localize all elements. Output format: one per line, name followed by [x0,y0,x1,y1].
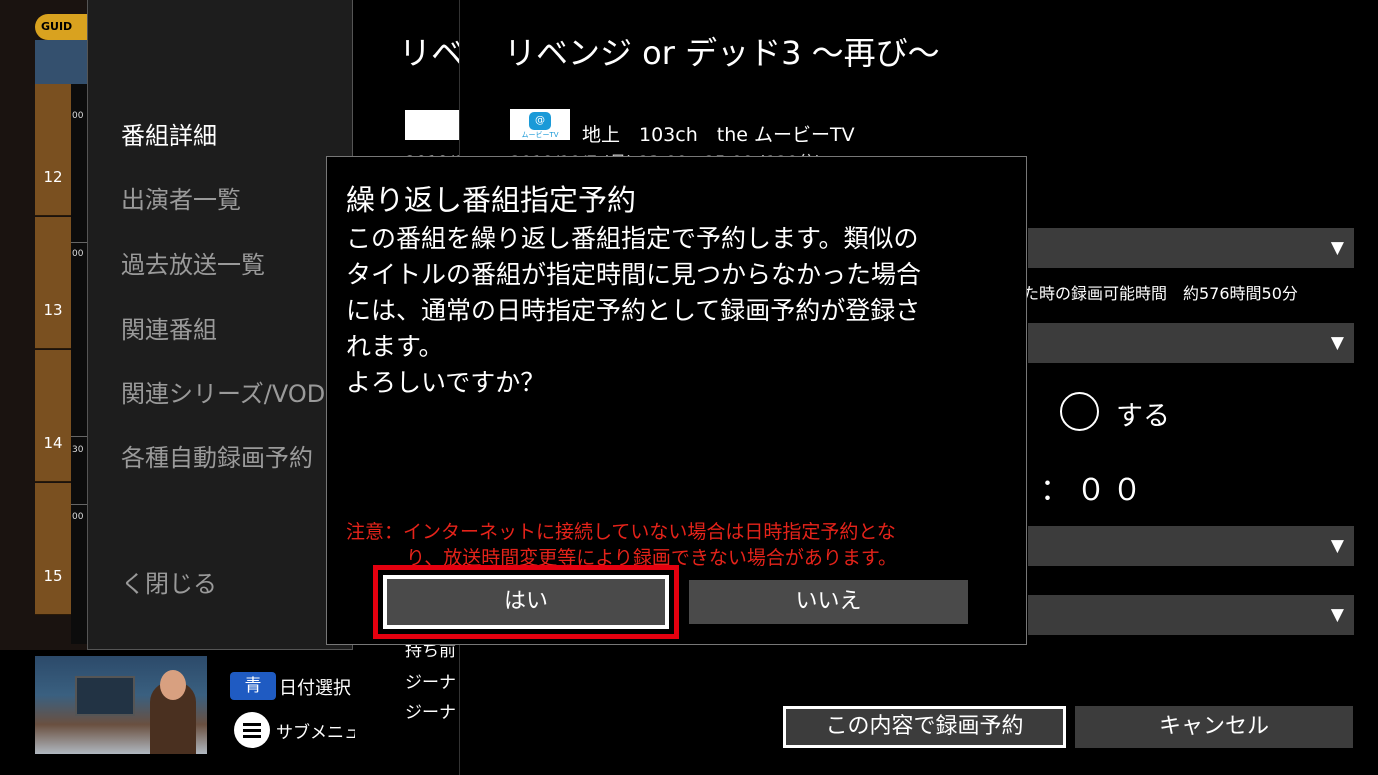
dialog-message-line: タイトルの番組が指定時間に見つからなかった場合 [346,260,922,289]
dialog-title: 繰り返し番組指定予約 [346,183,637,217]
dialog-warning: 注意：インターネットに接続していない場合は日時指定予約とな り、放送時間変更等に… [346,519,1016,571]
hour-label: 14 [43,434,63,452]
back-list-line: ジーナ [405,703,456,723]
hour-label: 12 [43,168,63,186]
menu-item-auto-recording[interactable]: 各種自動録画予約 [121,438,313,473]
option-select-2[interactable]: ▼ [1028,595,1354,635]
minute-label: 00 [72,512,84,522]
chevron-down-icon: ▼ [1330,333,1344,353]
dialog-message-line: この番組を繰り返し番組指定で予約します。類似の [346,224,919,253]
camera-icon: @ [529,112,551,130]
channel-info: 地上 103ch the ムービーTV [582,124,855,146]
back-program-title: リベンジ or デッド3 〜再び〜 [399,34,460,72]
recording-quality-select[interactable]: ▼ [1028,228,1354,268]
repeat-radio-button[interactable] [1060,392,1099,431]
channel-logo-caption: ムービーTV [521,131,559,139]
guide-channel-header [35,40,88,84]
hour-label: 13 [43,301,63,319]
repeat-recording-dialog: 繰り返し番組指定予約 この番組を繰り返し番組指定で予約します。類似の タイトルの… [326,156,1027,645]
guide-program-grid[interactable]: 00 00 30 00 [71,84,88,644]
blue-key-badge: 青 [230,672,276,700]
hour-label: 15 [43,567,63,585]
grid-divider [71,504,88,505]
chevron-down-icon: ▼ [1330,605,1344,625]
menu-item-cast-list[interactable]: 出演者一覧 [121,180,241,215]
grid-divider [71,242,88,243]
hour-cell: 13 [35,217,71,349]
dialog-warning-line: 注意：インターネットに接続していない場合は日時指定予約とな [346,521,896,543]
grid-divider [71,436,88,437]
epg-guide-strip: GUID 12 13 14 15 00 00 30 00 [0,0,88,650]
guide-logo: GUID [35,14,88,40]
record-with-settings-button[interactable]: この内容で録画予約 [783,706,1066,748]
minute-label: 00 [72,111,84,121]
repeat-radio-label: する [1116,401,1170,432]
menu-item-past-broadcasts[interactable]: 過去放送一覧 [121,245,265,280]
hour-cell: 14 [35,350,71,482]
menu-close-button[interactable]: く閉じる [121,564,217,599]
option-select-1[interactable]: ▼ [1028,526,1354,566]
program-title: リベンジ or デッド3 〜再び〜 [504,34,940,72]
date-select-hint: 日付選択 [279,678,351,699]
dialog-message-line: れます。 [346,332,444,361]
preview-studio-monitor [75,676,135,716]
menu-item-program-detail[interactable]: 番組詳細 [121,116,217,151]
side-menu-panel: 番組詳細 出演者一覧 過去放送一覧 関連番組 関連シリーズ/VOD 各種自動録画… [87,0,353,650]
dialog-message-line: よろしいですか？ [346,368,546,397]
menu-item-related-series[interactable]: 関連シリーズ/VOD [121,374,325,409]
yes-button[interactable]: はい [383,575,669,629]
no-button[interactable]: いいえ [689,580,968,624]
chevron-down-icon: ▼ [1330,536,1344,556]
chevron-down-icon: ▼ [1330,238,1344,258]
minute-label: 30 [72,445,84,455]
recording-destination-select[interactable]: ▼ [1028,323,1354,363]
hour-cell: 15 [35,483,71,615]
minute-label: 00 [72,249,84,259]
cancel-button[interactable]: キャンセル [1075,706,1353,748]
back-list-line: ジーナ [405,673,456,693]
menu-item-related-programs[interactable]: 関連番組 [121,310,217,345]
dialog-message-line: には、通常の日時指定予約として録画予約が登録さ [346,296,921,325]
recordable-time-hint: た時の録画可能時間 約576時間50分 [1023,284,1298,303]
dialog-message: この番組を繰り返し番組指定で予約します。類似の タイトルの番組が指定時間に見つか… [346,221,1011,401]
hour-cell: 12 [35,84,71,216]
video-preview-thumbnail [35,656,207,754]
submenu-icon[interactable] [234,712,270,748]
guide-hour-column: 12 13 14 15 [35,84,71,644]
back-channel-logo [405,110,459,140]
preview-anchor-face [160,670,186,700]
channel-logo: @ ムービーTV [510,109,570,140]
end-time-value[interactable]: ：００ [1040,465,1148,509]
